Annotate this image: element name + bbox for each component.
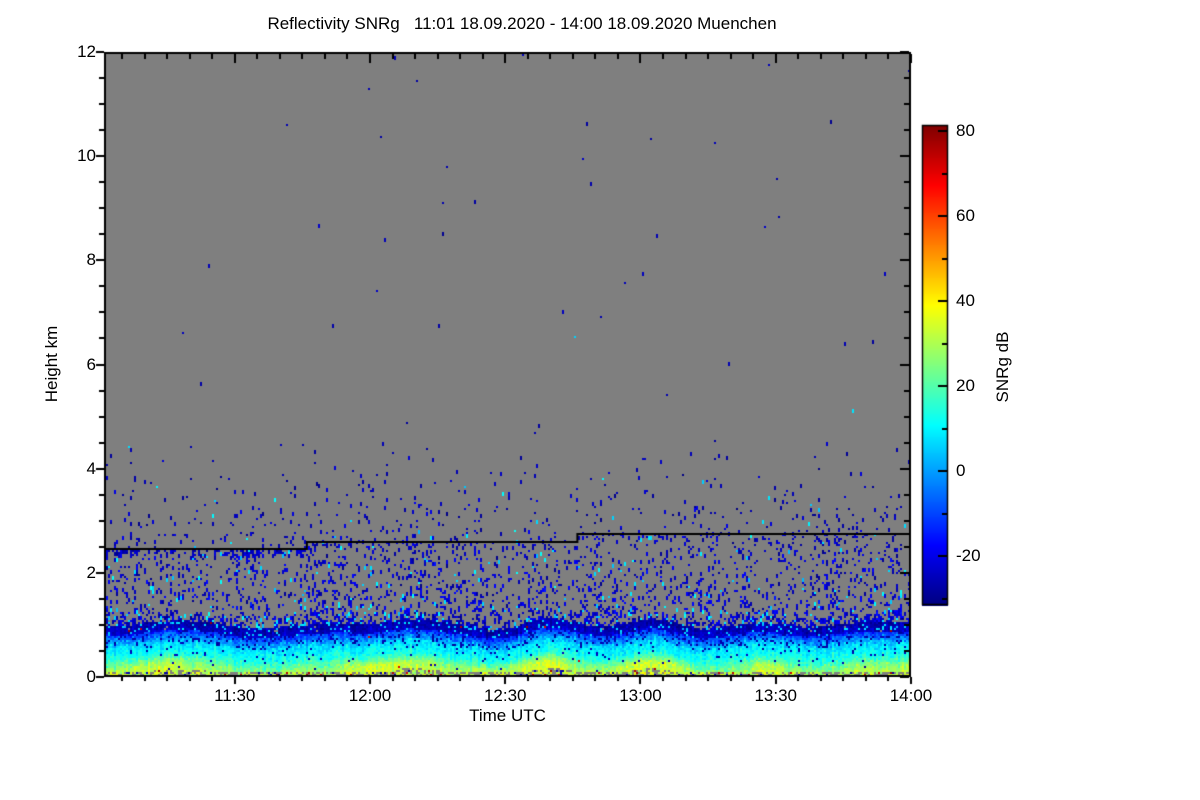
y-tick-label: 6 [86,354,96,374]
plot-title: Reflectivity SNRg 11:01 18.09.2020 - 14:… [267,14,777,33]
y-tick-label: 12 [77,42,96,61]
x-axis-label: Time UTC [469,706,546,725]
snr-heatmap-figure: Reflectivity SNRg 11:01 18.09.2020 - 14:… [0,0,1200,800]
colorbar-tick-label: -20 [956,546,981,566]
x-tick-label: 12:30 [483,686,527,705]
colorbar-tick-label: 80 [956,121,975,141]
x-tick-label: 14:00 [889,686,933,705]
x-tick-label: 13:00 [619,686,662,705]
colorbar-tick-label: 60 [956,206,975,226]
y-tick-label: 10 [77,146,96,166]
heatmap-plot-canvas [0,0,1200,800]
x-tick-label: 13:30 [754,686,797,705]
colorbar-tick-label: 40 [956,291,975,311]
x-tick-label: 12:00 [348,686,392,705]
y-tick-label: 0 [86,667,96,686]
y-tick-label: 8 [86,250,96,270]
y-tick-label: 2 [86,562,96,582]
y-tick-label: 4 [86,458,96,478]
x-tick-label: 11:30 [214,686,256,705]
colorbar-tick-label: 20 [956,376,975,396]
colorbar-tick-label: 0 [956,461,966,481]
